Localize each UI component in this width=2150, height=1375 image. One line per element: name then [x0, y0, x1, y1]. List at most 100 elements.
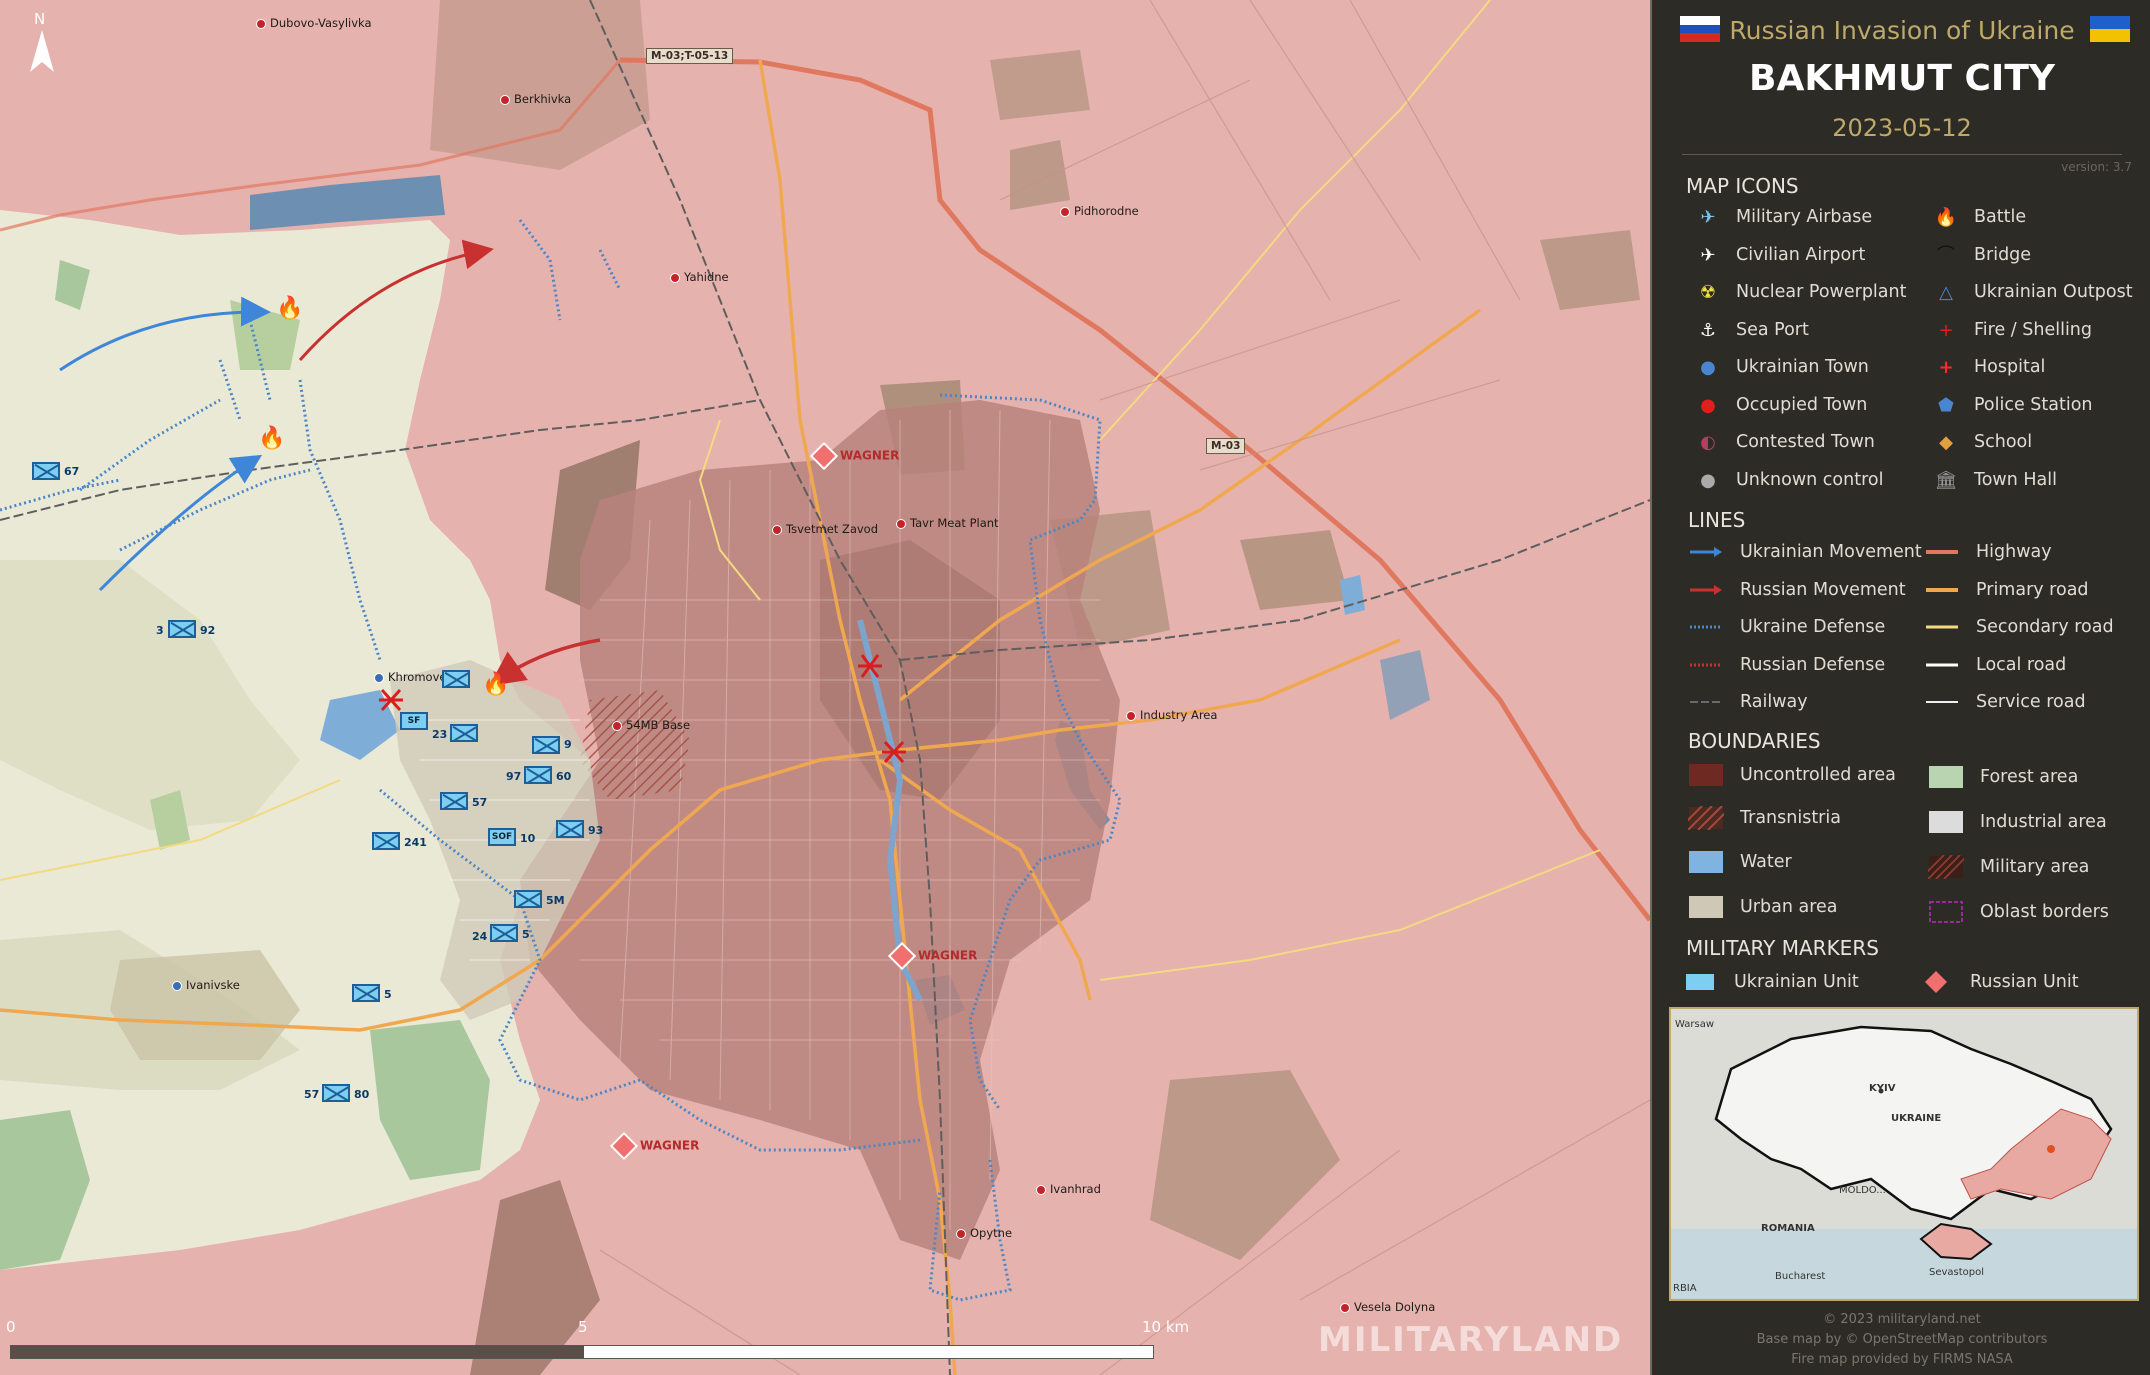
ukrainian-special-forces-unit[interactable]: SF — [400, 712, 428, 730]
map-title: BAKHMUT CITY — [1749, 58, 2055, 99]
occupied-town-icon — [612, 720, 622, 731]
inset-label-bucharest: Bucharest — [1775, 1271, 1826, 1282]
primary-road-swatch — [1926, 588, 1958, 592]
outpost-icon: △ — [1939, 282, 1953, 303]
ukrainian-unit-icon[interactable] — [442, 670, 470, 688]
place-54mb-base[interactable]: 54MB Base — [612, 718, 690, 732]
credits-basemap: Base map by © OpenStreetMap contributors — [1756, 1332, 2048, 1347]
russian-unit-wagner[interactable]: WAGNER — [809, 441, 899, 471]
ukrainian-unit-icon[interactable] — [524, 766, 552, 784]
red-dot-icon: ● — [1700, 395, 1716, 416]
ukrainian-town-icon — [374, 672, 384, 683]
place-dubovo-vasylivka[interactable]: Dubovo-Vasylivka — [256, 16, 372, 30]
credits-firemap: Fire map provided by FIRMS NASA — [1791, 1352, 2013, 1367]
russian-unit-wagner[interactable]: WAGNER — [887, 941, 977, 971]
legend-hospital: + Hospital — [1938, 357, 2045, 378]
inset-label-moldova: MOLDO... — [1839, 1185, 1886, 1196]
battle-fire-icon[interactable]: 🔥 — [276, 298, 303, 320]
unit-number: 57 — [304, 1088, 320, 1101]
map-canvas[interactable]: Dubovo-Vasylivka Berkhivka Yahidne Pidho… — [0, 0, 1650, 1375]
place-tavr-meat-plant[interactable]: Tavr Meat Plant — [896, 516, 999, 530]
legend-ukrainian-movement: Ukrainian Movement — [1690, 542, 1922, 562]
legend-oblast-borders: Oblast borders — [1929, 901, 2109, 923]
place-ivanhrad[interactable]: Ivanhrad — [1036, 1182, 1101, 1196]
legend-contested-town: ◐ Contested Town — [1700, 432, 1875, 453]
unit-number: 92 — [200, 624, 216, 637]
ukrainian-unit-icon[interactable] — [322, 1084, 350, 1102]
battle-fire-icon[interactable]: 🔥 — [482, 674, 509, 696]
inset-label-ukraine: UKRAINE — [1891, 1113, 1942, 1124]
occupied-town-icon — [1126, 710, 1136, 721]
russian-unit-icon — [809, 441, 839, 471]
battle-fire-icon[interactable]: 🔥 — [258, 428, 285, 450]
unit-number: 23 — [432, 728, 448, 741]
occupied-town-icon — [956, 1228, 966, 1239]
place-khromove[interactable]: Khromove — [374, 670, 446, 684]
legend-fire-shelling: + Fire / Shelling — [1938, 320, 2092, 341]
service-road-swatch — [1926, 701, 1958, 703]
occupied-town-icon — [670, 272, 680, 283]
school-icon: ◆ — [1939, 432, 1953, 453]
russian-movement-swatch — [1690, 585, 1722, 595]
russian-unit-icon — [887, 941, 917, 971]
legend-unknown-control: ● Unknown control — [1700, 470, 1883, 491]
legend-occupied-town: ● Occupied Town — [1700, 395, 1867, 416]
legend-industrial-area: Industrial area — [1929, 811, 2107, 833]
place-berkhivka[interactable]: Berkhivka — [500, 92, 571, 106]
road-shield-m03: M-03 — [1206, 438, 1246, 454]
place-opytne[interactable]: Opytne — [956, 1226, 1012, 1240]
legend-primary-road: Primary road — [1926, 580, 2089, 600]
ukrainian-unit-icon[interactable] — [514, 890, 542, 908]
legend-water: Water — [1689, 851, 1792, 873]
map-icons-heading: MAP ICONS — [1686, 174, 1799, 198]
oblast-borders-swatch — [1929, 901, 1963, 923]
legend-railway: Railway — [1690, 692, 1808, 712]
russian-unit-icon — [609, 1131, 639, 1161]
ukrainian-unit-icon[interactable] — [168, 620, 196, 638]
inset-label-romania: ROMANIA — [1761, 1223, 1815, 1234]
legend-school: ◆ School — [1939, 432, 2032, 453]
ukrainian-unit-icon[interactable] — [440, 792, 468, 810]
place-yahidne[interactable]: Yahidne — [670, 270, 729, 284]
ukrainian-unit-icon[interactable] — [532, 736, 560, 754]
inset-overview-map[interactable]: Warsaw KYIV UKRAINE MOLDO... ROMANIA Buc… — [1669, 1007, 2139, 1301]
place-industry-area[interactable]: Industry Area — [1126, 708, 1217, 722]
local-road-swatch — [1926, 663, 1958, 667]
boundaries-heading: BOUNDARIES — [1688, 729, 1821, 753]
ukrainian-unit-icon[interactable] — [372, 832, 400, 850]
place-pidhorodne[interactable]: Pidhorodne — [1060, 204, 1139, 218]
legend-panel: Russian Invasion of Ukraine BAKHMUT CITY… — [1650, 0, 2150, 1375]
water-swatch — [1689, 851, 1723, 873]
ukrainian-unit-icon[interactable] — [450, 724, 478, 742]
legend-nuclear-powerplant: ☢ Nuclear Powerplant — [1700, 282, 1907, 303]
industrial-area-swatch — [1929, 811, 1963, 833]
ukrainian-unit-icon[interactable] — [556, 820, 584, 838]
north-compass: N — [34, 10, 46, 28]
place-tsvetmet-zavod[interactable]: Tsvetmet Zavod — [772, 522, 878, 536]
occupied-town-icon — [772, 524, 782, 535]
legend-transnistria: Transnistria — [1688, 806, 1841, 830]
forest-area-swatch — [1929, 766, 1963, 788]
unit-number: 5 — [384, 988, 392, 1001]
russian-unit-swatch — [1925, 971, 1947, 993]
military-airbase-icon: ✈ — [1700, 207, 1716, 228]
unit-number: 93 — [588, 824, 604, 837]
legend-ukrainian-town: ● Ukrainian Town — [1700, 357, 1869, 378]
russian-unit-wagner[interactable]: WAGNER — [609, 1131, 699, 1161]
unit-number: 97 — [506, 770, 522, 783]
inset-ukraine-outline — [1671, 1025, 2137, 1299]
legend-town-hall: 🏛 Town Hall — [1935, 470, 2057, 491]
map-base-layer — [0, 0, 1650, 1375]
legend-russian-movement: Russian Movement — [1690, 580, 1906, 600]
unit-number: 3 — [156, 624, 164, 637]
town-hall-icon: 🏛 — [1934, 470, 1958, 491]
ukrainian-sof-unit[interactable]: SOF — [488, 828, 516, 846]
ukrainian-unit-icon[interactable] — [490, 924, 518, 942]
legend-military-area: Military area — [1928, 855, 2089, 879]
place-ivanivske[interactable]: Ivanivske — [172, 978, 240, 992]
ukrainian-unit-icon[interactable] — [32, 462, 60, 480]
police-icon: ⬟ — [1938, 395, 1954, 416]
place-vesela-dolyna[interactable]: Vesela Dolyna — [1340, 1300, 1435, 1314]
railway-swatch — [1690, 701, 1722, 703]
ukrainian-unit-icon[interactable] — [352, 984, 380, 1002]
